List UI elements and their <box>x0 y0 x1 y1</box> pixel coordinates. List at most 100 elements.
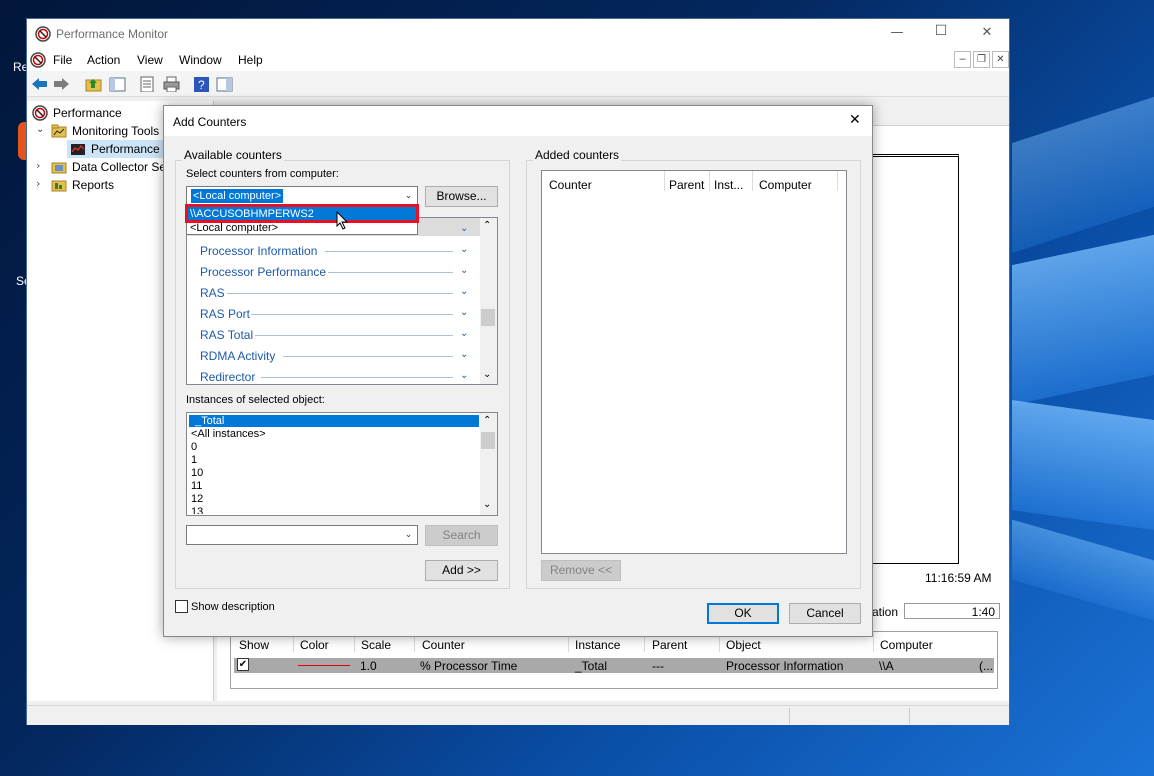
window-title-bar[interactable]: Performance Monitor — ☐ ✕ <box>27 19 1009 49</box>
chevron-down-icon[interactable]: ⌄ <box>460 349 470 360</box>
show-description-label[interactable]: Show description <box>191 601 275 613</box>
add-button[interactable]: Add >> <box>425 560 498 581</box>
instances-scrollbar[interactable]: ⌃ ⌄ <box>480 413 497 515</box>
show-description-checkbox[interactable] <box>175 600 188 613</box>
show-hide-action-pane-icon[interactable] <box>216 76 233 92</box>
menu-file[interactable]: File <box>53 53 72 67</box>
column-header-counter[interactable]: Counter <box>549 178 592 192</box>
column-header-parent[interactable]: Parent <box>669 178 704 192</box>
scroll-down-icon[interactable]: ⌄ <box>483 499 491 510</box>
menu-action[interactable]: Action <box>87 53 120 67</box>
chevron-down-icon[interactable]: ⌄ <box>400 187 417 205</box>
data-collector-sets-icon <box>51 162 67 174</box>
instance-item[interactable]: 0 <box>191 441 197 453</box>
instance-item[interactable]: 12 <box>191 493 203 505</box>
instance-item[interactable]: 13 <box>191 506 203 514</box>
help-icon[interactable]: ? <box>193 76 210 92</box>
tree-item-monitoring-tools[interactable]: Monitoring Tools <box>72 124 159 138</box>
up-folder-icon[interactable] <box>85 76 102 92</box>
ok-button[interactable]: OK <box>707 603 779 624</box>
chevron-down-icon[interactable]: ⌄ <box>460 286 470 297</box>
tree-item-data-collector-sets[interactable]: Data Collector Set <box>72 160 169 174</box>
column-header-show[interactable]: Show <box>239 638 269 652</box>
highlight-box <box>185 204 419 223</box>
objects-scrollbar[interactable]: ⌃ ⌄ <box>480 218 497 384</box>
object-item[interactable]: Redirector <box>200 370 255 384</box>
scroll-down-icon[interactable]: ⌄ <box>483 369 491 380</box>
show-checkbox[interactable]: ✔ <box>237 658 249 671</box>
forward-arrow-icon[interactable] <box>53 76 70 92</box>
reports-icon <box>51 180 67 192</box>
object-item[interactable]: RAS Port <box>200 307 250 321</box>
scroll-up-icon[interactable]: ⌃ <box>483 415 491 426</box>
column-header-counter[interactable]: Counter <box>422 638 465 652</box>
object-item[interactable]: RAS Total <box>200 328 253 342</box>
chevron-down-icon[interactable]: ⌄ <box>400 526 417 544</box>
counter-color-line <box>298 665 350 666</box>
mdi-restore-button[interactable]: ❐ <box>973 51 990 68</box>
back-arrow-icon[interactable] <box>31 76 48 92</box>
column-header-instance[interactable]: Inst... <box>714 178 743 192</box>
menu-view[interactable]: View <box>137 53 163 67</box>
instances-list[interactable]: _Total <All instances> 0 1 10 11 12 13 ⌃… <box>186 412 498 516</box>
print-icon[interactable] <box>163 76 180 92</box>
chevron-down-icon[interactable]: ⌄ <box>460 223 470 234</box>
scroll-thumb[interactable] <box>481 309 495 326</box>
instance-item[interactable]: 11 <box>191 480 202 492</box>
search-combobox[interactable]: ⌄ <box>186 525 418 545</box>
object-item[interactable]: Processor Performance <box>200 265 326 279</box>
chevron-down-icon[interactable]: ⌄ <box>460 307 470 318</box>
performance-node-icon <box>32 105 48 121</box>
added-counters-list[interactable]: Counter Parent Inst... Computer <box>541 170 847 554</box>
column-header-instance[interactable]: Instance <box>575 638 620 652</box>
cancel-button[interactable]: Cancel <box>789 603 861 624</box>
column-header-color[interactable]: Color <box>300 638 329 652</box>
column-header-computer[interactable]: Computer <box>759 178 812 192</box>
properties-icon[interactable] <box>139 76 156 92</box>
dropdown-option[interactable]: <Local computer> <box>190 221 278 235</box>
column-header-computer[interactable]: Computer <box>880 638 933 652</box>
dialog-title-bar[interactable]: Add Counters ✕ <box>164 106 872 136</box>
row-counter: % Processor Time <box>420 659 518 673</box>
instance-item[interactable]: <All instances> <box>191 428 266 440</box>
menu-help[interactable]: Help <box>238 53 263 67</box>
row-computer-trail: (... <box>979 659 993 673</box>
object-item[interactable]: Processor Information <box>200 244 317 258</box>
chevron-down-icon[interactable]: ⌄ <box>460 244 470 255</box>
column-header-scale[interactable]: Scale <box>361 638 391 652</box>
instance-item[interactable]: _Total <box>195 415 224 427</box>
column-header-object[interactable]: Object <box>726 638 761 652</box>
mdi-close-button[interactable]: ✕ <box>992 51 1009 68</box>
object-item[interactable]: RAS <box>200 286 225 300</box>
dialog-close-icon[interactable]: ✕ <box>849 112 861 128</box>
menu-window[interactable]: Window <box>179 53 222 67</box>
scroll-up-icon[interactable]: ⌃ <box>483 220 491 231</box>
counter-legend-table: Show Color Scale Counter Instance Parent… <box>230 631 998 689</box>
performance-objects-list[interactable]: ⌄ Processor Information ⌄ Processor Perf… <box>186 217 498 385</box>
mdi-minimize-button[interactable]: – <box>954 51 971 68</box>
tree-item-performance[interactable]: Performance <box>53 106 122 120</box>
close-button[interactable]: ✕ <box>972 25 1002 43</box>
chevron-right-icon[interactable]: › <box>36 177 40 190</box>
instance-item[interactable]: 10 <box>191 467 203 479</box>
show-hide-console-tree-icon[interactable] <box>109 76 126 92</box>
perfmon-menu-icon[interactable] <box>30 52 46 68</box>
maximize-button[interactable]: ☐ <box>926 23 956 41</box>
chevron-right-icon[interactable]: › <box>36 159 40 172</box>
computer-combobox[interactable]: <Local computer> ⌄ <box>186 186 418 206</box>
remove-button[interactable]: Remove << <box>541 560 621 581</box>
chevron-down-icon[interactable]: ⌄ <box>460 370 470 381</box>
chevron-down-icon[interactable]: ⌄ <box>460 328 470 339</box>
minimize-button[interactable]: — <box>882 25 912 43</box>
scroll-thumb[interactable] <box>481 432 495 449</box>
table-row[interactable]: ✔ 1.0 % Processor Time _Total --- Proces… <box>234 658 994 673</box>
chevron-down-icon[interactable]: ⌄ <box>36 124 44 135</box>
object-item[interactable]: RDMA Activity <box>200 349 275 363</box>
chevron-down-icon[interactable]: ⌄ <box>460 265 470 276</box>
browse-button[interactable]: Browse... <box>425 186 498 207</box>
search-button[interactable]: Search <box>425 525 498 546</box>
column-header-parent[interactable]: Parent <box>652 638 687 652</box>
tree-item-performance-monitor[interactable]: Performance M <box>91 142 173 156</box>
tree-item-reports[interactable]: Reports <box>72 178 114 192</box>
instance-item[interactable]: 1 <box>191 454 197 466</box>
